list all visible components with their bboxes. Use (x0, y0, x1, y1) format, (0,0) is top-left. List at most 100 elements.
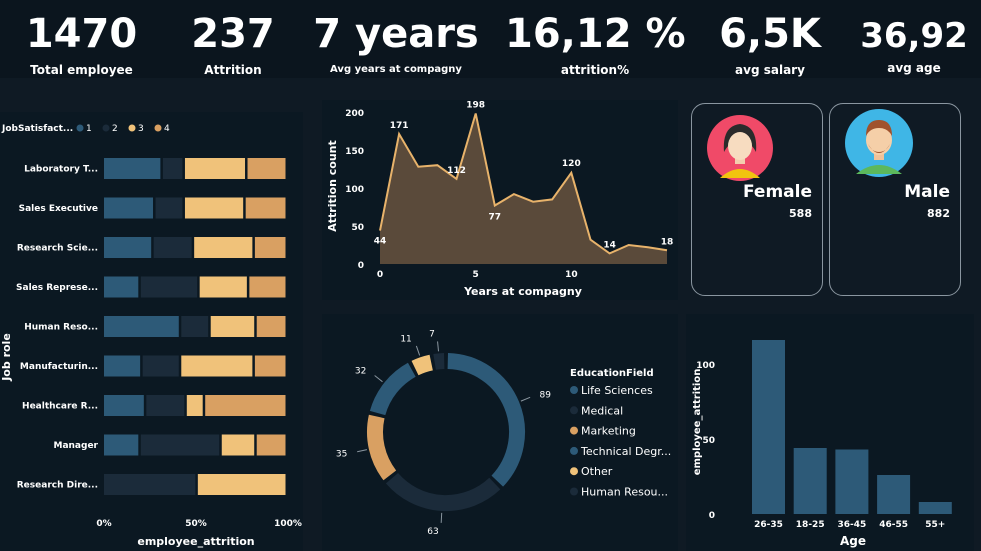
legend-label: Other (581, 465, 613, 478)
kpi-label: avg age (887, 61, 941, 75)
y-tick-label: 150 (345, 147, 364, 157)
job-role-label: Laboratory T... (24, 165, 98, 175)
job-bar-segment (210, 316, 255, 337)
slice-value-label: 35 (336, 449, 347, 459)
legend-label: Human Resou... (581, 486, 668, 499)
kpi-value: 6,5K (719, 11, 821, 57)
data-label: 198 (466, 101, 485, 111)
job-rows: Laboratory T... Sales Executive Research S… (16, 158, 286, 495)
job-bar-segment (142, 355, 179, 377)
donut-slice (447, 353, 526, 487)
y-tick-label: 0 (709, 511, 715, 521)
y-tick-label: 0 (358, 261, 364, 271)
age-bar (793, 448, 827, 514)
job-legend: JobSatisfact... 1 2 3 4 (1, 124, 170, 134)
male-label: Male (904, 182, 950, 202)
data-label: 44 (374, 237, 387, 247)
legend-swatch (128, 124, 136, 132)
job-bar-segment (254, 355, 286, 377)
male-card: Male 882 (829, 103, 961, 296)
job-bar-segment (254, 237, 286, 258)
legend-swatch (570, 487, 578, 496)
x-tick-label: 55+ (925, 520, 945, 530)
legend-swatch (570, 406, 578, 415)
leader-line (520, 396, 531, 402)
attrition-years-chart: 0 50 100 150 200 44 171 112 198 77 120 14 18 0 5 10 Y… (326, 101, 673, 298)
x-tick-label: 46-55 (879, 520, 908, 530)
kpi-label: Avg years at compagny (330, 64, 462, 75)
donut-slice (385, 472, 501, 512)
job-bar-segment (186, 395, 203, 416)
slice-value-label: 11 (400, 334, 411, 344)
leader-line (437, 341, 439, 352)
age-bars (752, 340, 952, 514)
legend-title: EducationField (570, 368, 654, 379)
legend-label: 2 (112, 124, 118, 134)
job-role-label: Healthcare R... (22, 402, 98, 412)
job-bar-segment (146, 395, 185, 416)
donut-slice (411, 354, 434, 376)
kpi-avg-years: 7 years Avg years at compagny (310, 0, 482, 78)
slice-value-label: 63 (427, 527, 438, 537)
job-bar-segment (153, 237, 192, 258)
legend-swatch (76, 124, 84, 132)
legend-swatch (570, 467, 578, 476)
job-bar-segment (104, 158, 161, 179)
job-bar-segment (140, 434, 220, 456)
job-role-label: Research Scie... (17, 244, 98, 254)
x-axis-title: Age (840, 534, 866, 548)
job-bar-segment (184, 158, 246, 179)
job-bar-segment (104, 355, 141, 377)
kpi-value: 237 (191, 11, 275, 57)
legend-label: Medical (581, 404, 623, 417)
data-label: 77 (489, 212, 502, 222)
kpi-label: Total employee (30, 63, 133, 77)
job-role-label: Human Reso... (24, 323, 98, 333)
legend-label: 3 (138, 124, 144, 134)
job-bar-segment (199, 276, 247, 298)
x-axis-title: employee_attrition (137, 535, 254, 548)
job-bar-segment (104, 276, 139, 298)
kpi-attrition-pct: 16,12 % attrition% (505, 0, 686, 78)
leader-line (415, 345, 421, 356)
slice-value-label: 32 (355, 367, 366, 377)
area-fill (380, 113, 667, 264)
donut-slice (433, 353, 445, 370)
job-role-label: Manufacturin... (20, 362, 98, 372)
job-bar-segment (162, 158, 183, 179)
donut-slice (369, 362, 416, 416)
slice-value-label: 7 (429, 329, 435, 339)
job-role-label: Sales Executive (19, 204, 98, 214)
female-count: 588 (789, 207, 812, 220)
legend-label: Technical Degr... (580, 445, 671, 458)
x-tick-label: 5 (473, 270, 479, 280)
x-tick-label: 0% (96, 519, 111, 529)
job-bar-segment (104, 474, 196, 495)
education-legend: Life Sciences Medical Marketing Technical D… (570, 384, 671, 499)
x-tick-label: 0 (377, 270, 383, 280)
leader-line (440, 512, 443, 523)
education-donut-chart: 89 63 35 32 11 7 EducationField Life Sciences… (336, 329, 671, 537)
job-bar-segment (140, 276, 198, 298)
kpi-strip: 1470 Total employee 237 Attrition 7 year… (0, 0, 981, 78)
x-tick-label: 10 (565, 270, 578, 280)
kpi-label: attrition% (560, 63, 630, 77)
kpi-attrition: 237 Attrition (160, 0, 306, 78)
donut-slices (367, 353, 526, 512)
job-bar-segment (104, 434, 139, 456)
y-axis-title: employee_attrition (692, 369, 703, 476)
kpi-value: 1470 (25, 11, 138, 57)
age-bar (918, 502, 952, 514)
age-bar (877, 475, 911, 514)
job-bar-segment (104, 237, 152, 258)
job-bar-segment (205, 395, 286, 416)
male-avatar-icon (845, 109, 913, 177)
area-y-ticks: 0 50 100 150 200 (345, 109, 364, 271)
job-bar-segment (197, 474, 286, 495)
job-x-ticks: 0% 50% 100% (96, 519, 302, 529)
job-role-label: Research Dire... (17, 481, 98, 491)
kpi-value: 7 years (313, 11, 479, 57)
female-card: Female 588 (691, 103, 823, 296)
x-tick-label: 36-45 (838, 520, 867, 530)
kpi-value: 36,92 (860, 16, 968, 56)
